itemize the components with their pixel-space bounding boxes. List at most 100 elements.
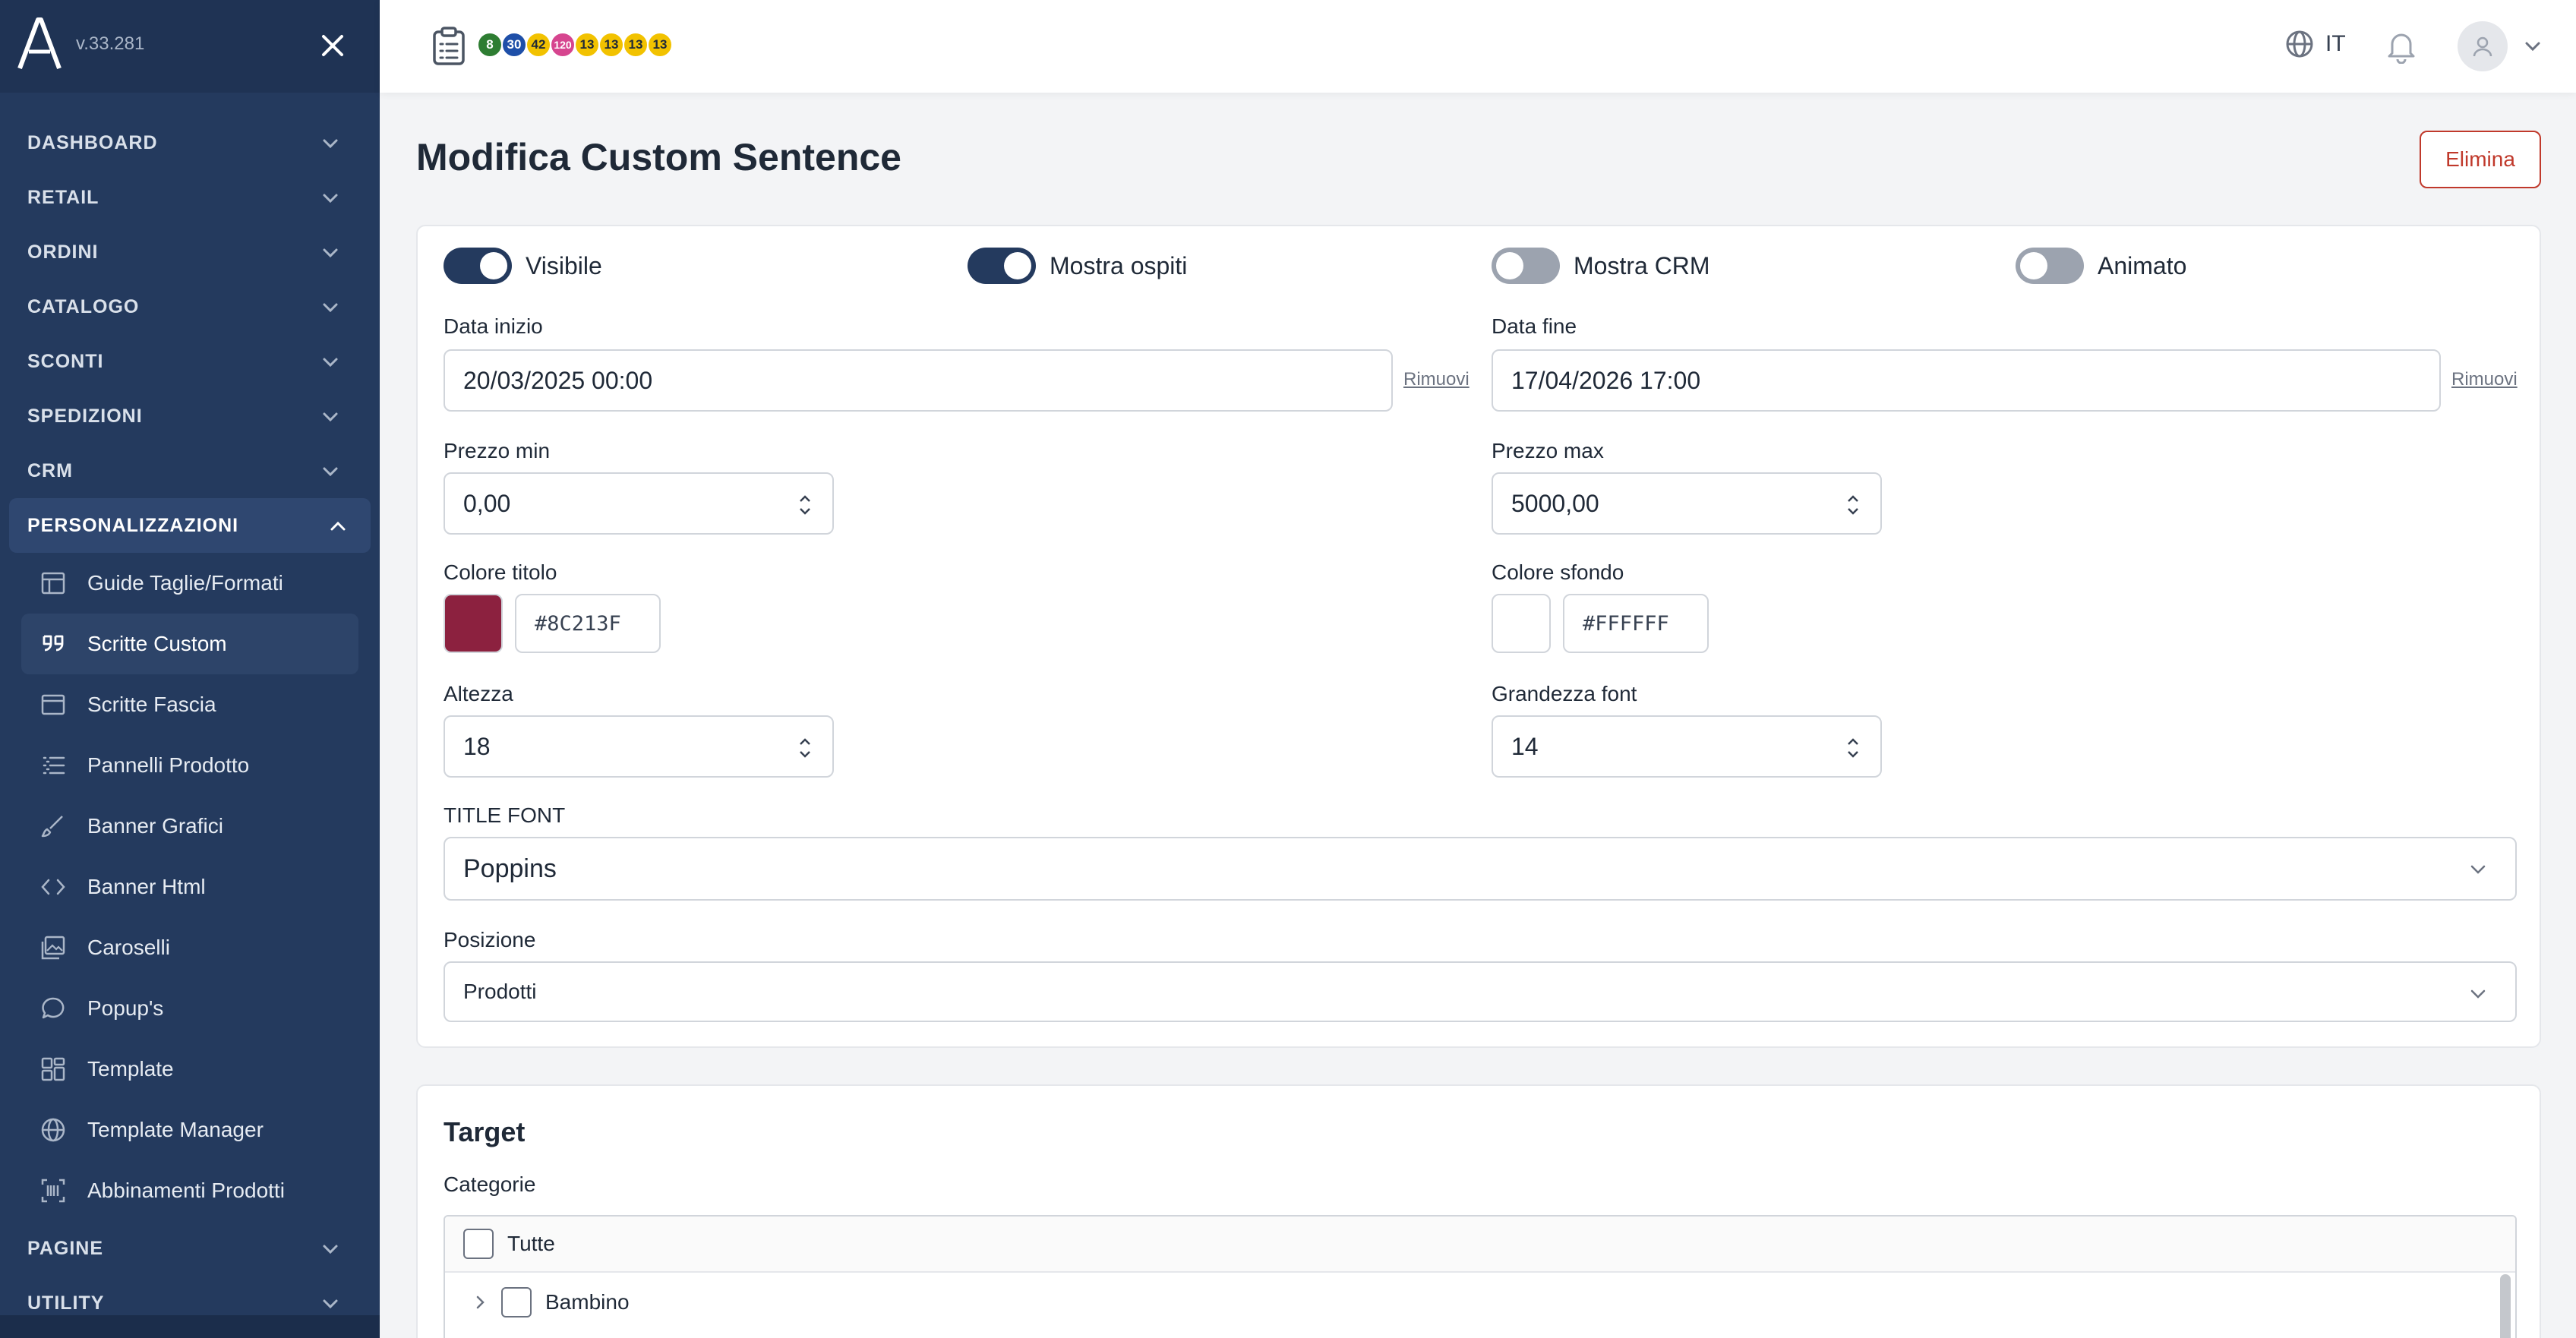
- toggle-mostra-crm: Mostra CRM: [1492, 248, 1710, 284]
- category-tree: Tutte Bambino: [444, 1215, 2517, 1338]
- sidebar-item-scritte-custom[interactable]: Scritte Custom: [21, 614, 358, 674]
- sidebar-item-label: Scritte Custom: [87, 632, 227, 655]
- height-input[interactable]: 18: [444, 715, 834, 778]
- position-label: Posizione: [444, 928, 536, 951]
- toggle-switch[interactable]: [968, 248, 1036, 284]
- all-categories-checkbox[interactable]: [463, 1229, 494, 1259]
- sidebar-section-catalogo[interactable]: CATALOGO: [0, 279, 380, 334]
- categories-label: Categorie: [444, 1172, 536, 1196]
- sidebar-item-pannelli-prodotto[interactable]: Pannelli Prodotto: [0, 735, 380, 796]
- remove-end-date-link[interactable]: Rimuovi: [2451, 369, 2518, 390]
- bg-color-hex-input[interactable]: #FFFFFF: [1563, 594, 1709, 653]
- clipboard-list-icon[interactable]: [431, 26, 466, 65]
- start-date-input[interactable]: 20/03/2025 00:00: [444, 349, 1393, 412]
- topbar: 8 30 42 120 13 13 13 13 IT: [380, 0, 2576, 93]
- sidebar-item-label: Popup's: [87, 996, 164, 1020]
- sidebar-footer: [0, 1315, 380, 1338]
- globe-icon: [2286, 30, 2313, 58]
- title-font-select[interactable]: Poppins: [444, 837, 2517, 901]
- sidebar-section-ordini[interactable]: ORDINI: [0, 225, 380, 279]
- chevron-down-icon: [323, 358, 338, 368]
- bell-icon[interactable]: [2385, 27, 2418, 64]
- stepper-icon[interactable]: [1845, 735, 1861, 761]
- chevron-down-icon: [2470, 865, 2486, 874]
- sidebar-section-personalizzazioni[interactable]: PERSONALIZZAZIONI: [9, 498, 371, 553]
- sidebar-section-pagine[interactable]: PAGINE: [0, 1221, 380, 1276]
- title-color-swatch[interactable]: [444, 594, 503, 653]
- chevron-down-icon: [323, 412, 338, 422]
- all-categories-label: Tutte: [507, 1232, 555, 1255]
- count-badge[interactable]: 30: [501, 32, 527, 58]
- count-badge[interactable]: 13: [623, 32, 649, 58]
- sidebar-section-spedizioni[interactable]: SPEDIZIONI: [0, 389, 380, 443]
- sidebar-section-crm[interactable]: CRM: [0, 443, 380, 498]
- sidebar: v.33.281 DASHBOARD RETAIL ORDINI CATALOGO SC…: [0, 0, 380, 1338]
- toggle-switch[interactable]: [444, 248, 512, 284]
- stepper-icon[interactable]: [797, 735, 813, 761]
- toggle-switch[interactable]: [1492, 248, 1560, 284]
- count-badge[interactable]: 13: [647, 32, 673, 58]
- title-color-hex-input[interactable]: #8C213F: [515, 594, 661, 653]
- font-size-label: Grandezza font: [1492, 682, 1637, 705]
- remove-start-date-link[interactable]: Rimuovi: [1403, 369, 1470, 390]
- sidebar-item-label: Banner Grafici: [87, 814, 223, 838]
- chat-bubble-icon: [42, 997, 65, 1019]
- app-logo-icon[interactable]: [17, 17, 62, 70]
- language-selector[interactable]: IT: [2284, 29, 2346, 59]
- height-label: Altezza: [444, 682, 513, 705]
- sidebar-item-abbinamenti-prodotti[interactable]: Abbinamenti Prodotti: [0, 1160, 380, 1221]
- tree-scrollbar[interactable]: [2500, 1274, 2511, 1338]
- sidebar-item-label: Template Manager: [87, 1118, 264, 1141]
- sidebar-item-popup-s[interactable]: Popup's: [0, 978, 380, 1039]
- sidebar-item-template[interactable]: Template: [0, 1039, 380, 1100]
- sidebar-item-label: Scritte Fascia: [87, 693, 216, 716]
- sidebar-item-template-manager[interactable]: Template Manager: [0, 1100, 380, 1160]
- sidebar-section-retail[interactable]: RETAIL: [0, 170, 380, 225]
- min-price-input[interactable]: 0,00: [444, 472, 834, 535]
- target-card: Target Categorie Tutte Bambino: [416, 1084, 2541, 1338]
- category-label: Bambino: [545, 1290, 630, 1314]
- sidebar-item-scritte-fascia[interactable]: Scritte Fascia: [0, 674, 380, 735]
- toggle-visibile: Visibile: [444, 248, 602, 284]
- close-sidebar-icon[interactable]: [317, 30, 348, 61]
- sidebar-item-banner-grafici[interactable]: Banner Grafici: [0, 796, 380, 857]
- chevron-right-icon[interactable]: [471, 1293, 489, 1311]
- sidebar-section-label: SPEDIZIONI: [27, 405, 143, 427]
- stepper-icon[interactable]: [1845, 492, 1861, 518]
- count-badge[interactable]: 120: [550, 32, 576, 58]
- sidebar-section-dashboard[interactable]: DASHBOARD: [0, 115, 380, 170]
- count-badge[interactable]: 13: [574, 32, 600, 58]
- sidebar-section-sconti[interactable]: SCONTI: [0, 334, 380, 389]
- chevron-down-icon: [323, 194, 338, 204]
- category-checkbox[interactable]: [501, 1287, 532, 1317]
- toggle-animato: Animato: [2016, 248, 2186, 284]
- sidebar-nav: DASHBOARD RETAIL ORDINI CATALOGO SCONTI SPEDI…: [0, 115, 380, 1330]
- app-version: v.33.281: [76, 33, 145, 54]
- font-size-input[interactable]: 14: [1492, 715, 1882, 778]
- sidebar-item-banner-html[interactable]: Banner Html: [0, 857, 380, 917]
- stepper-icon[interactable]: [797, 492, 813, 518]
- sidebar-item-caroselli[interactable]: Caroselli: [0, 917, 380, 978]
- banner-strip-icon: [41, 694, 65, 715]
- sidebar-item-guide-taglie-formati[interactable]: Guide Taglie/Formati: [0, 553, 380, 614]
- chevron-down-icon[interactable]: [2523, 36, 2543, 56]
- count-badge[interactable]: 8: [477, 32, 503, 58]
- count-badge[interactable]: 13: [598, 32, 624, 58]
- position-select[interactable]: Prodotti: [444, 961, 2517, 1022]
- sidebar-section-label: ORDINI: [27, 241, 99, 263]
- category-row: Bambino: [445, 1274, 2515, 1330]
- avatar[interactable]: [2458, 21, 2508, 71]
- chevron-down-icon: [323, 248, 338, 258]
- table-icon: [41, 572, 65, 595]
- end-date-input[interactable]: 17/04/2026 17:00: [1492, 349, 2441, 412]
- bg-color-swatch[interactable]: [1492, 594, 1551, 653]
- delete-button[interactable]: Elimina: [2420, 131, 2541, 188]
- toggle-switch[interactable]: [2016, 248, 2084, 284]
- sidebar-section-label: CATALOGO: [27, 295, 140, 317]
- title-font-label: TITLE FONT: [444, 803, 566, 827]
- max-price-input[interactable]: 5000,00: [1492, 472, 1882, 535]
- min-price-label: Prezzo min: [444, 439, 551, 462]
- toggle-label: Animato: [2098, 251, 2187, 279]
- count-badge[interactable]: 42: [526, 32, 551, 58]
- chevron-down-icon: [323, 1299, 338, 1309]
